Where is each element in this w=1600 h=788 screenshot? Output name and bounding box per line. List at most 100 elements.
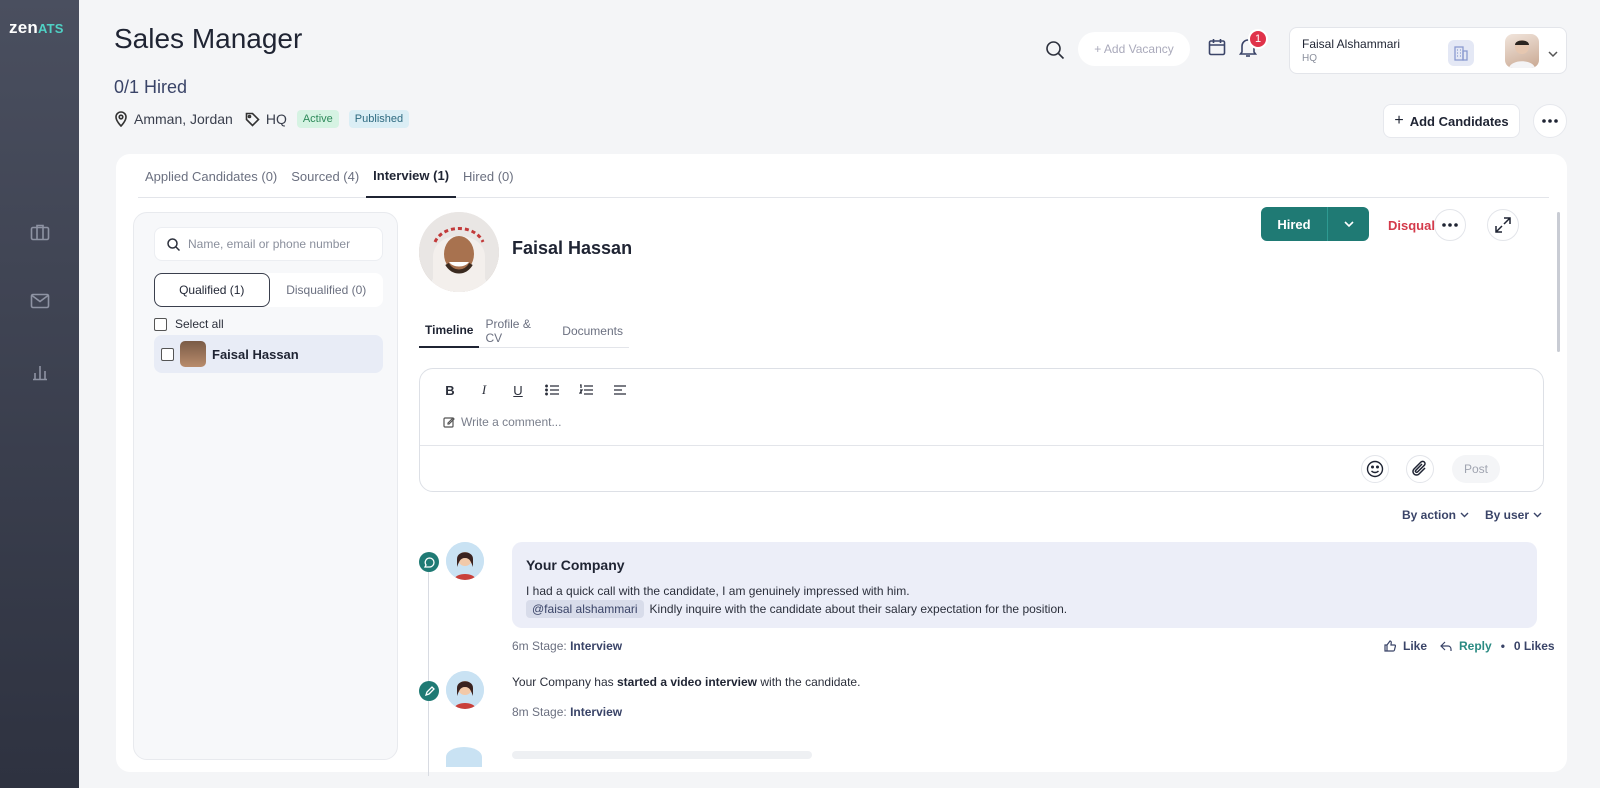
pipeline-card: Applied Candidates (0) Sourced (4) Inter…	[116, 154, 1567, 776]
numbered-list-icon[interactable]	[579, 383, 593, 397]
avatar	[446, 747, 482, 767]
editor-toolbar: B I U	[443, 382, 627, 398]
tab-documents[interactable]: Documents	[556, 314, 629, 348]
reply-icon[interactable]	[1440, 640, 1452, 652]
filter-by-user[interactable]: By user	[1485, 508, 1542, 522]
detail-tabs: Timeline Profile & CV Documents	[419, 314, 629, 348]
user-mention[interactable]: @faisal alshammari	[526, 600, 644, 618]
tab-qualified[interactable]: Qualified (1)	[154, 273, 270, 307]
search-placeholder: Name, email or phone number	[188, 237, 351, 251]
like-button[interactable]: Like	[1403, 639, 1427, 653]
select-all-checkbox[interactable]	[154, 317, 167, 331]
add-candidates-button[interactable]: + Add Candidates	[1383, 104, 1520, 138]
edit-icon	[443, 417, 455, 428]
emoji-icon[interactable]	[1361, 455, 1389, 483]
avatar	[1505, 34, 1539, 68]
timeline-event-partial	[512, 751, 812, 759]
building-icon	[1448, 40, 1474, 66]
candidate-list-panel: Name, email or phone number Qualified (1…	[133, 212, 398, 760]
plus-icon: +	[1394, 112, 1404, 129]
comment-actions: Like Reply • 0 Likes	[1384, 639, 1555, 653]
notification-badge: 1	[1248, 29, 1268, 49]
calendar-icon[interactable]	[1208, 38, 1226, 61]
comment-editor: B I U Write a comment... Post	[419, 368, 1544, 492]
divider	[420, 445, 1543, 446]
sidebar: zenATS	[0, 0, 79, 788]
user-org: HQ	[1302, 53, 1317, 64]
location-pin-icon	[115, 111, 127, 127]
chevron-down-icon	[1533, 512, 1542, 518]
comment-input[interactable]: Write a comment...	[443, 415, 561, 429]
candidate-more-button[interactable]	[1434, 209, 1466, 241]
tab-disqualified[interactable]: Disqualified (0)	[270, 273, 384, 307]
status-badge-active: Active	[296, 110, 339, 128]
comment-card: Your Company I had a quick call with the…	[512, 542, 1537, 628]
avatar	[446, 542, 484, 580]
tab-sourced[interactable]: Sourced (4)	[284, 154, 366, 198]
comment-icon	[419, 552, 439, 572]
add-vacancy-button[interactable]: + Add Vacancy	[1078, 32, 1190, 66]
mail-icon[interactable]	[29, 290, 51, 312]
tab-interview[interactable]: Interview (1)	[366, 154, 457, 198]
more-icon	[1442, 223, 1458, 227]
tab-timeline[interactable]: Timeline	[419, 314, 480, 348]
italic-icon[interactable]: I	[477, 382, 491, 397]
timeline-event-text: Your Company has started a video intervi…	[512, 675, 861, 689]
thumbs-up-icon[interactable]	[1384, 640, 1396, 652]
more-icon	[1542, 119, 1558, 123]
search-icon[interactable]	[1045, 40, 1065, 65]
candidate-checkbox[interactable]	[161, 347, 174, 361]
stage-tabs: Applied Candidates (0) Sourced (4) Inter…	[138, 154, 1549, 198]
bold-icon[interactable]: B	[443, 383, 457, 398]
briefcase-icon[interactable]	[29, 221, 51, 243]
candidate-search-input[interactable]: Name, email or phone number	[154, 227, 383, 261]
attachment-icon[interactable]	[1406, 455, 1434, 483]
avatar	[446, 671, 484, 709]
event-meta: 8m Stage: Interview	[512, 705, 623, 719]
tag-icon	[245, 112, 260, 127]
chevron-down-icon[interactable]	[1548, 45, 1558, 63]
chevron-down-icon	[1460, 512, 1469, 518]
more-options-button[interactable]	[1533, 104, 1567, 138]
comment-meta: 6m Stage: Interview	[512, 639, 623, 653]
user-name: Faisal Alshammari	[1302, 37, 1401, 51]
expand-icon[interactable]	[1487, 209, 1519, 241]
status-badge-published: Published	[348, 110, 410, 128]
filter-by-action[interactable]: By action	[1402, 508, 1469, 522]
user-menu[interactable]: Faisal Alshammari HQ	[1289, 27, 1567, 74]
tab-profile-cv[interactable]: Profile & CV	[479, 314, 556, 348]
tab-applied[interactable]: Applied Candidates (0)	[138, 154, 284, 198]
underline-icon[interactable]: U	[511, 383, 525, 398]
hired-button-label[interactable]: Hired	[1261, 207, 1328, 241]
align-left-icon[interactable]	[613, 383, 627, 397]
job-meta: Amman, Jordan HQ Active Published	[114, 110, 410, 128]
bar-chart-icon[interactable]	[29, 361, 51, 383]
hired-count: 0/1 Hired	[114, 77, 188, 97]
pencil-icon	[419, 681, 439, 701]
likes-count: 0 Likes	[1513, 639, 1555, 653]
chevron-down-icon[interactable]	[1328, 207, 1369, 241]
comment-author: Your Company	[526, 557, 625, 573]
timeline-line	[428, 566, 429, 776]
scrollbar[interactable]	[1557, 212, 1560, 352]
avatar	[180, 341, 206, 367]
comment-text: I had a quick call with the candidate, I…	[526, 584, 910, 598]
job-tag: HQ	[265, 111, 287, 127]
logo[interactable]: zenATS	[9, 18, 64, 38]
qualification-toggle: Qualified (1) Disqualified (0)	[154, 273, 383, 307]
search-icon	[167, 237, 180, 251]
candidate-name: Faisal Hassan	[512, 238, 633, 258]
dot-separator: •	[1500, 639, 1505, 653]
job-location: Amman, Jordan	[134, 111, 233, 127]
tab-hired[interactable]: Hired (0)	[456, 154, 521, 198]
candidate-photo	[419, 212, 499, 292]
comment-text-line2: @faisal alshammari Kindly inquire with t…	[526, 600, 1067, 618]
select-all[interactable]: Select all	[154, 317, 224, 331]
list-item[interactable]: Faisal Hassan	[154, 335, 383, 373]
reply-button[interactable]: Reply	[1459, 639, 1492, 653]
bullet-list-icon[interactable]	[545, 383, 559, 397]
candidate-list-name: Faisal Hassan	[212, 346, 299, 362]
hired-status-button[interactable]: Hired	[1261, 207, 1369, 241]
post-button[interactable]: Post	[1452, 455, 1500, 483]
page-title: Sales Manager	[114, 23, 303, 54]
